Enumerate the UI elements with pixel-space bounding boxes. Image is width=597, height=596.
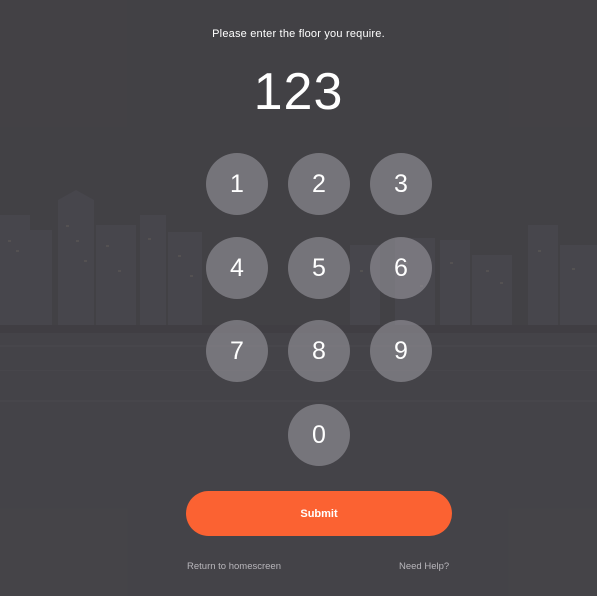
keypad-key-2[interactable]: 2: [288, 153, 350, 215]
floor-selection-screen: Please enter the floor you require. 123 …: [0, 0, 597, 596]
keypad-key-6[interactable]: 6: [370, 237, 432, 299]
keypad-key-8[interactable]: 8: [288, 320, 350, 382]
need-help-link[interactable]: Need Help?: [399, 561, 449, 572]
return-to-homescreen-link[interactable]: Return to homescreen: [187, 561, 281, 572]
floor-prompt-text: Please enter the floor you require.: [212, 28, 385, 40]
floor-number-display: 123: [253, 63, 344, 121]
keypad-key-4[interactable]: 4: [206, 237, 268, 299]
keypad-key-5[interactable]: 5: [288, 237, 350, 299]
keypad-key-9[interactable]: 9: [370, 320, 432, 382]
keypad-key-0[interactable]: 0: [288, 404, 350, 466]
keypad-key-1[interactable]: 1: [206, 153, 268, 215]
keypad-key-7[interactable]: 7: [206, 320, 268, 382]
numeric-keypad: 1 2 3 4 5 6 7 8 9 0: [206, 153, 432, 467]
keypad-key-3[interactable]: 3: [370, 153, 432, 215]
submit-button[interactable]: Submit: [186, 491, 452, 536]
